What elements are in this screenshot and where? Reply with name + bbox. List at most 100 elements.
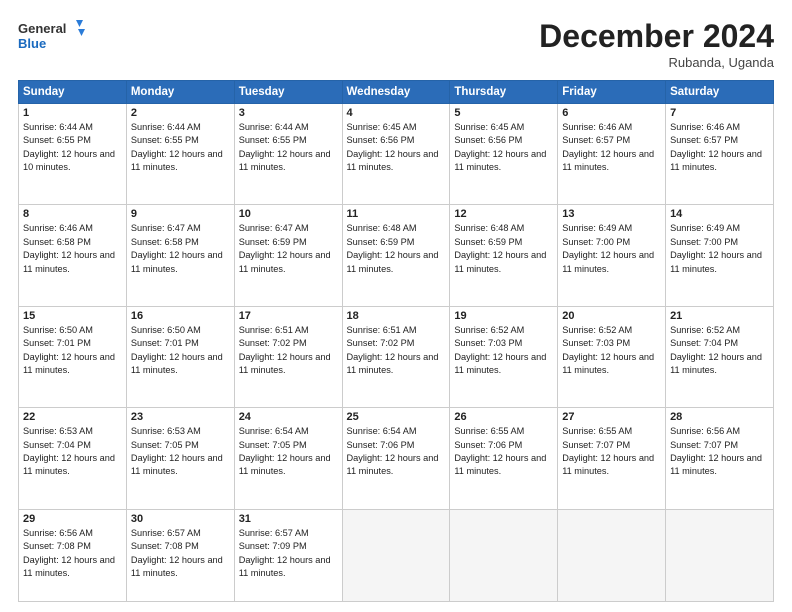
- day-number: 19: [454, 310, 553, 322]
- table-cell: 1 Sunrise: 6:44 AM Sunset: 6:55 PM Dayli…: [19, 104, 127, 205]
- cell-info: Sunrise: 6:45 AM Sunset: 6:56 PM Dayligh…: [454, 121, 553, 174]
- cell-info: Sunrise: 6:54 AM Sunset: 7:06 PM Dayligh…: [347, 425, 446, 478]
- table-cell: 29 Sunrise: 6:56 AM Sunset: 7:08 PM Dayl…: [19, 509, 127, 601]
- day-number: 4: [347, 107, 446, 119]
- table-cell: 7 Sunrise: 6:46 AM Sunset: 6:57 PM Dayli…: [666, 104, 774, 205]
- logo: General Blue: [18, 18, 88, 54]
- day-number: 6: [562, 107, 661, 119]
- svg-text:General: General: [18, 21, 66, 36]
- day-number: 30: [131, 513, 230, 525]
- day-number: 11: [347, 208, 446, 220]
- table-cell: 27 Sunrise: 6:55 AM Sunset: 7:07 PM Dayl…: [558, 408, 666, 509]
- cell-info: Sunrise: 6:46 AM Sunset: 6:57 PM Dayligh…: [562, 121, 661, 174]
- cell-info: Sunrise: 6:52 AM Sunset: 7:04 PM Dayligh…: [670, 324, 769, 377]
- table-cell: 3 Sunrise: 6:44 AM Sunset: 6:55 PM Dayli…: [234, 104, 342, 205]
- cell-info: Sunrise: 6:56 AM Sunset: 7:08 PM Dayligh…: [23, 527, 122, 580]
- day-number: 13: [562, 208, 661, 220]
- table-cell: 14 Sunrise: 6:49 AM Sunset: 7:00 PM Dayl…: [666, 205, 774, 306]
- table-cell: 22 Sunrise: 6:53 AM Sunset: 7:04 PM Dayl…: [19, 408, 127, 509]
- day-number: 20: [562, 310, 661, 322]
- cell-info: Sunrise: 6:53 AM Sunset: 7:04 PM Dayligh…: [23, 425, 122, 478]
- day-number: 26: [454, 411, 553, 423]
- table-cell: 30 Sunrise: 6:57 AM Sunset: 7:08 PM Dayl…: [126, 509, 234, 601]
- table-cell: 28 Sunrise: 6:56 AM Sunset: 7:07 PM Dayl…: [666, 408, 774, 509]
- cell-info: Sunrise: 6:49 AM Sunset: 7:00 PM Dayligh…: [670, 222, 769, 275]
- day-number: 17: [239, 310, 338, 322]
- cell-info: Sunrise: 6:47 AM Sunset: 6:59 PM Dayligh…: [239, 222, 338, 275]
- day-number: 2: [131, 107, 230, 119]
- cell-info: Sunrise: 6:49 AM Sunset: 7:00 PM Dayligh…: [562, 222, 661, 275]
- page: General Blue December 2024 Rubanda, Ugan…: [0, 0, 792, 612]
- day-number: 27: [562, 411, 661, 423]
- table-cell: 6 Sunrise: 6:46 AM Sunset: 6:57 PM Dayli…: [558, 104, 666, 205]
- cell-info: Sunrise: 6:57 AM Sunset: 7:08 PM Dayligh…: [131, 527, 230, 580]
- day-number: 3: [239, 107, 338, 119]
- cell-info: Sunrise: 6:55 AM Sunset: 7:06 PM Dayligh…: [454, 425, 553, 478]
- table-cell: [342, 509, 450, 601]
- calendar: Sunday Monday Tuesday Wednesday Thursday…: [18, 80, 774, 602]
- day-number: 5: [454, 107, 553, 119]
- cell-info: Sunrise: 6:52 AM Sunset: 7:03 PM Dayligh…: [454, 324, 553, 377]
- table-cell: 10 Sunrise: 6:47 AM Sunset: 6:59 PM Dayl…: [234, 205, 342, 306]
- table-cell: 8 Sunrise: 6:46 AM Sunset: 6:58 PM Dayli…: [19, 205, 127, 306]
- cell-info: Sunrise: 6:52 AM Sunset: 7:03 PM Dayligh…: [562, 324, 661, 377]
- cell-info: Sunrise: 6:57 AM Sunset: 7:09 PM Dayligh…: [239, 527, 338, 580]
- cell-info: Sunrise: 6:46 AM Sunset: 6:58 PM Dayligh…: [23, 222, 122, 275]
- table-cell: 25 Sunrise: 6:54 AM Sunset: 7:06 PM Dayl…: [342, 408, 450, 509]
- cell-info: Sunrise: 6:51 AM Sunset: 7:02 PM Dayligh…: [347, 324, 446, 377]
- day-number: 21: [670, 310, 769, 322]
- title-block: December 2024 Rubanda, Uganda: [539, 18, 774, 70]
- logo-svg: General Blue: [18, 18, 88, 54]
- day-number: 28: [670, 411, 769, 423]
- cell-info: Sunrise: 6:44 AM Sunset: 6:55 PM Dayligh…: [131, 121, 230, 174]
- col-thursday: Thursday: [450, 81, 558, 104]
- table-cell: [666, 509, 774, 601]
- table-cell: [558, 509, 666, 601]
- day-number: 12: [454, 208, 553, 220]
- table-cell: 21 Sunrise: 6:52 AM Sunset: 7:04 PM Dayl…: [666, 306, 774, 407]
- day-number: 22: [23, 411, 122, 423]
- table-cell: 26 Sunrise: 6:55 AM Sunset: 7:06 PM Dayl…: [450, 408, 558, 509]
- table-cell: [450, 509, 558, 601]
- cell-info: Sunrise: 6:50 AM Sunset: 7:01 PM Dayligh…: [23, 324, 122, 377]
- col-friday: Friday: [558, 81, 666, 104]
- table-cell: 4 Sunrise: 6:45 AM Sunset: 6:56 PM Dayli…: [342, 104, 450, 205]
- table-cell: 19 Sunrise: 6:52 AM Sunset: 7:03 PM Dayl…: [450, 306, 558, 407]
- cell-info: Sunrise: 6:45 AM Sunset: 6:56 PM Dayligh…: [347, 121, 446, 174]
- month-title: December 2024: [539, 18, 774, 55]
- header: General Blue December 2024 Rubanda, Ugan…: [18, 18, 774, 70]
- table-cell: 15 Sunrise: 6:50 AM Sunset: 7:01 PM Dayl…: [19, 306, 127, 407]
- cell-info: Sunrise: 6:48 AM Sunset: 6:59 PM Dayligh…: [454, 222, 553, 275]
- table-cell: 20 Sunrise: 6:52 AM Sunset: 7:03 PM Dayl…: [558, 306, 666, 407]
- day-number: 10: [239, 208, 338, 220]
- cell-info: Sunrise: 6:51 AM Sunset: 7:02 PM Dayligh…: [239, 324, 338, 377]
- cell-info: Sunrise: 6:46 AM Sunset: 6:57 PM Dayligh…: [670, 121, 769, 174]
- col-monday: Monday: [126, 81, 234, 104]
- day-number: 7: [670, 107, 769, 119]
- day-number: 18: [347, 310, 446, 322]
- day-number: 8: [23, 208, 122, 220]
- day-number: 23: [131, 411, 230, 423]
- col-tuesday: Tuesday: [234, 81, 342, 104]
- day-number: 15: [23, 310, 122, 322]
- cell-info: Sunrise: 6:48 AM Sunset: 6:59 PM Dayligh…: [347, 222, 446, 275]
- cell-info: Sunrise: 6:54 AM Sunset: 7:05 PM Dayligh…: [239, 425, 338, 478]
- day-number: 9: [131, 208, 230, 220]
- table-cell: 31 Sunrise: 6:57 AM Sunset: 7:09 PM Dayl…: [234, 509, 342, 601]
- table-cell: 5 Sunrise: 6:45 AM Sunset: 6:56 PM Dayli…: [450, 104, 558, 205]
- table-cell: 17 Sunrise: 6:51 AM Sunset: 7:02 PM Dayl…: [234, 306, 342, 407]
- table-cell: 11 Sunrise: 6:48 AM Sunset: 6:59 PM Dayl…: [342, 205, 450, 306]
- col-sunday: Sunday: [19, 81, 127, 104]
- table-cell: 2 Sunrise: 6:44 AM Sunset: 6:55 PM Dayli…: [126, 104, 234, 205]
- day-number: 1: [23, 107, 122, 119]
- day-number: 24: [239, 411, 338, 423]
- table-cell: 13 Sunrise: 6:49 AM Sunset: 7:00 PM Dayl…: [558, 205, 666, 306]
- day-number: 25: [347, 411, 446, 423]
- cell-info: Sunrise: 6:55 AM Sunset: 7:07 PM Dayligh…: [562, 425, 661, 478]
- day-number: 29: [23, 513, 122, 525]
- day-number: 31: [239, 513, 338, 525]
- cell-info: Sunrise: 6:44 AM Sunset: 6:55 PM Dayligh…: [23, 121, 122, 174]
- table-cell: 16 Sunrise: 6:50 AM Sunset: 7:01 PM Dayl…: [126, 306, 234, 407]
- cell-info: Sunrise: 6:53 AM Sunset: 7:05 PM Dayligh…: [131, 425, 230, 478]
- location: Rubanda, Uganda: [539, 55, 774, 70]
